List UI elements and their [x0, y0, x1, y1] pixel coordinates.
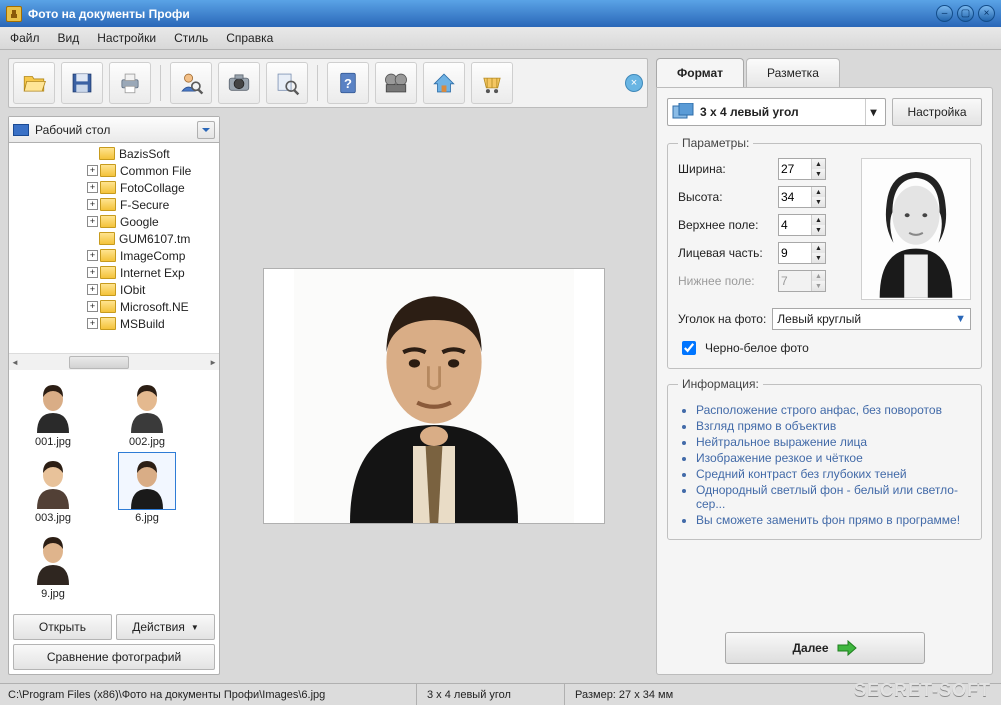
help-icon[interactable]: ? — [327, 62, 369, 104]
open-icon[interactable] — [13, 62, 55, 104]
chevron-down-icon[interactable]: ▾ — [865, 99, 881, 125]
info-item: Однородный светлый фон - белый или светл… — [696, 483, 971, 511]
window-title: Фото на документы Профи — [28, 7, 936, 21]
desktop-icon — [13, 124, 29, 136]
bottom-stepper: ▲▼ — [778, 270, 826, 292]
toolbar-close-icon[interactable]: × — [625, 74, 643, 92]
corner-select[interactable]: Левый круглый ▼ — [772, 308, 971, 330]
tree-item[interactable]: +ImageComp — [13, 247, 215, 264]
info-fieldset: Информация: Расположение строго анфас, б… — [667, 377, 982, 540]
print-icon[interactable] — [109, 62, 151, 104]
tree-item[interactable]: +Google — [13, 213, 215, 230]
params-preview — [861, 158, 971, 300]
bottom-label: Нижнее поле: — [678, 274, 778, 288]
open-button[interactable]: Открыть — [13, 614, 112, 640]
right-panel: Формат Разметка 3 x 4 левый угол ▾ Настр… — [656, 58, 993, 675]
menu-style[interactable]: Стиль — [174, 31, 208, 45]
topmargin-stepper[interactable]: ▲▼ — [778, 214, 826, 236]
height-stepper[interactable]: ▲▼ — [778, 186, 826, 208]
tree-item[interactable]: +MSBuild — [13, 315, 215, 332]
video-icon[interactable] — [375, 62, 417, 104]
width-label: Ширина: — [678, 162, 778, 176]
view-icon[interactable] — [266, 62, 308, 104]
close-button[interactable]: × — [978, 5, 995, 22]
params-fieldset: Параметры: Ширина:▲▼ Высота:▲▼ Верхнее п… — [667, 136, 982, 369]
toolbar: ? × — [8, 58, 648, 108]
tree-item[interactable]: +IObit — [13, 281, 215, 298]
photo-viewer — [220, 116, 648, 675]
svg-text:?: ? — [344, 76, 352, 91]
thumbnail[interactable]: 003.jpg — [13, 452, 93, 524]
menu-view[interactable]: Вид — [58, 31, 80, 45]
tree-item[interactable]: +Common File — [13, 162, 215, 179]
camera-icon[interactable] — [218, 62, 260, 104]
corner-value: Левый круглый — [777, 312, 861, 326]
menu-file[interactable]: Файл — [10, 31, 40, 45]
maximize-button[interactable]: ▢ — [957, 5, 974, 22]
format-icon — [672, 103, 694, 121]
thumbnail[interactable]: 001.jpg — [13, 376, 93, 448]
tree-item[interactable]: GUM6107.tm — [13, 230, 215, 247]
info-legend: Информация: — [678, 377, 763, 391]
params-legend: Параметры: — [678, 136, 753, 150]
thumbnail[interactable]: 6.jpg — [107, 452, 187, 524]
titlebar: Фото на документы Профи – ▢ × — [0, 0, 1001, 27]
face-stepper[interactable]: ▲▼ — [778, 242, 826, 264]
tree-hscrollbar[interactable]: ◄ ► — [9, 353, 219, 370]
compare-button[interactable]: Сравнение фотографий — [13, 644, 215, 670]
info-item: Вы сможете заменить фон прямо в программ… — [696, 513, 971, 527]
format-combo-label: 3 x 4 левый угол — [700, 105, 799, 119]
location-label: Рабочий стол — [35, 123, 110, 137]
tab-layout[interactable]: Разметка — [746, 58, 840, 87]
info-item: Изображение резкое и чёткое — [696, 451, 971, 465]
home-icon[interactable] — [423, 62, 465, 104]
location-dropdown[interactable]: Рабочий стол — [9, 117, 219, 143]
status-path: C:\Program Files (x86)\Фото на документы… — [8, 684, 408, 705]
main-photo — [263, 268, 605, 524]
tree-item[interactable]: +F-Secure — [13, 196, 215, 213]
user-search-icon[interactable] — [170, 62, 212, 104]
thumbnail[interactable]: 9.jpg — [13, 528, 93, 600]
save-icon[interactable] — [61, 62, 103, 104]
info-item: Взгляд прямо в объектив — [696, 419, 971, 433]
bw-label: Черно-белое фото — [705, 341, 809, 355]
corner-label: Уголок на фото: — [678, 312, 766, 326]
status-format: 3 x 4 левый угол — [416, 684, 556, 705]
format-settings-button[interactable]: Настройка — [892, 98, 982, 126]
arrow-right-icon — [837, 640, 857, 656]
tree-item[interactable]: +Microsoft.NE — [13, 298, 215, 315]
thumbnail-grid: 001.jpg002.jpg003.jpg6.jpg9.jpg — [9, 370, 219, 610]
info-list: Расположение строго анфас, без поворотов… — [678, 403, 971, 527]
topmargin-label: Верхнее поле: — [678, 218, 778, 232]
tree-item[interactable]: +Internet Exp — [13, 264, 215, 281]
info-item: Средний контраст без глубоких теней — [696, 467, 971, 481]
face-label: Лицевая часть: — [678, 246, 778, 260]
tree-item[interactable]: BazisSoft — [13, 145, 215, 162]
menu-help[interactable]: Справка — [226, 31, 273, 45]
next-label: Далее — [792, 641, 828, 655]
tree-item[interactable]: +FotoCollage — [13, 179, 215, 196]
info-item: Расположение строго анфас, без поворотов — [696, 403, 971, 417]
menubar: Файл Вид Настройки Стиль Справка — [0, 27, 1001, 50]
bw-checkbox[interactable] — [682, 341, 696, 355]
format-combo[interactable]: 3 x 4 левый угол ▾ — [667, 98, 886, 126]
folder-tree[interactable]: BazisSoft+Common File+FotoCollage+F-Secu… — [9, 143, 219, 353]
width-stepper[interactable]: ▲▼ — [778, 158, 826, 180]
height-label: Высота: — [678, 190, 778, 204]
thumbnail[interactable]: 002.jpg — [107, 376, 187, 448]
tab-format[interactable]: Формат — [656, 58, 744, 87]
app-icon — [6, 6, 22, 22]
next-button[interactable]: Далее — [725, 632, 925, 664]
actions-button[interactable]: Действия▼ — [116, 614, 215, 640]
chevron-down-icon[interactable]: ▼ — [955, 313, 966, 325]
chevron-down-icon[interactable] — [197, 121, 215, 139]
cart-icon[interactable] — [471, 62, 513, 104]
menu-settings[interactable]: Настройки — [97, 31, 156, 45]
status-size: Размер: 27 x 34 мм — [564, 684, 724, 705]
file-browser: Рабочий стол BazisSoft+Common File+FotoC… — [8, 116, 220, 675]
minimize-button[interactable]: – — [936, 5, 953, 22]
info-item: Нейтральное выражение лица — [696, 435, 971, 449]
statusbar: C:\Program Files (x86)\Фото на документы… — [0, 683, 1001, 705]
